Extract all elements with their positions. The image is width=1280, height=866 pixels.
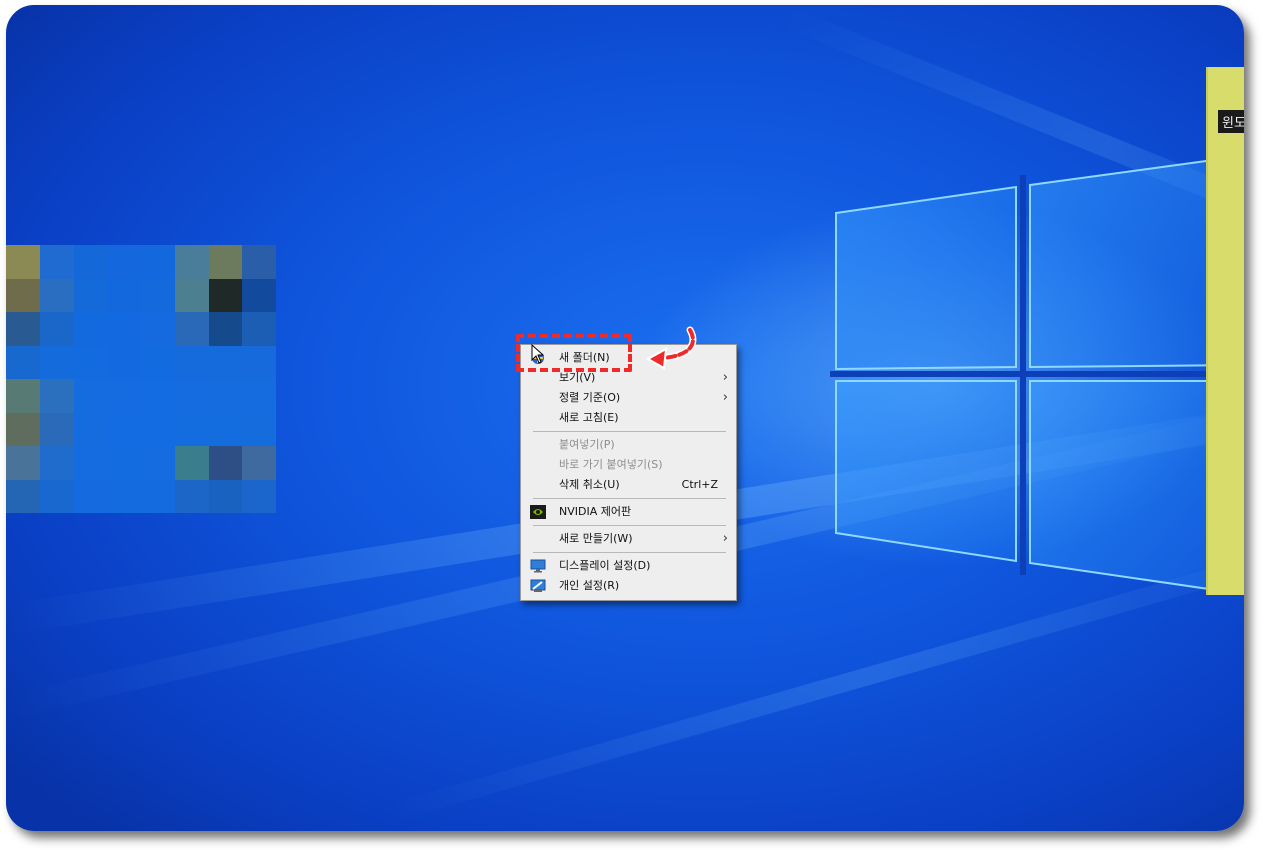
menu-item-nvidia-control-panel[interactable]: NVIDIA 제어판 [521,502,736,522]
menu-item-label: 붙여넣기(P) [559,438,615,451]
chevron-right-icon: › [722,531,728,546]
menu-item-label: 디스플레이 설정(D) [559,559,651,572]
side-note-label: 윈도 [1218,110,1244,133]
menu-item-label: 정렬 기준(O) [559,391,621,404]
chevron-right-icon: › [722,370,728,385]
menu-item-shortcut: Ctrl+Z [681,478,718,491]
menu-item-label: 새로 만들기(W) [559,532,633,545]
menu-item-label: 보기(V) [559,371,596,384]
menu-item-paste: 붙여넣기(P) [521,435,736,455]
annotation-highlight-box [516,334,632,372]
menu-item-label: NVIDIA 제어판 [559,505,632,518]
menu-separator [533,431,726,432]
menu-item-new[interactable]: 새로 만들기(W) › [521,529,736,549]
menu-separator [533,552,726,553]
desktop-context-menu: 새 폴더(N) 보기(V) › 정렬 기준(O) › 새로 고침(E) 붙여넣기… [520,344,737,601]
menu-item-paste-shortcut: 바로 가기 붙여넣기(S) [521,455,736,475]
annotation-arrow-icon [645,326,697,370]
menu-item-label: 바로 가기 붙여넣기(S) [559,458,663,471]
menu-item-label: 삭제 취소(U) [559,478,620,491]
personalize-icon [530,579,546,592]
menu-separator [533,498,726,499]
display-icon [530,559,546,573]
menu-separator [533,525,726,526]
menu-item-refresh[interactable]: 새로 고침(E) [521,408,736,428]
menu-item-sort-by[interactable]: 정렬 기준(O) › [521,388,736,408]
chevron-right-icon: › [722,390,728,405]
side-note-window[interactable]: 윈도 [1206,67,1244,595]
menu-item-undo-delete[interactable]: 삭제 취소(U) Ctrl+Z [521,475,736,495]
menu-item-label: 새로 고침(E) [559,411,619,424]
menu-item-display-settings[interactable]: 디스플레이 설정(D) [521,556,736,576]
windows-logo-icon [830,155,1244,596]
nvidia-icon [530,505,546,519]
pixelated-desktop-icons [6,245,276,513]
menu-item-personalize[interactable]: 개인 설정(R) [521,576,736,596]
menu-item-label: 개인 설정(R) [559,579,620,592]
